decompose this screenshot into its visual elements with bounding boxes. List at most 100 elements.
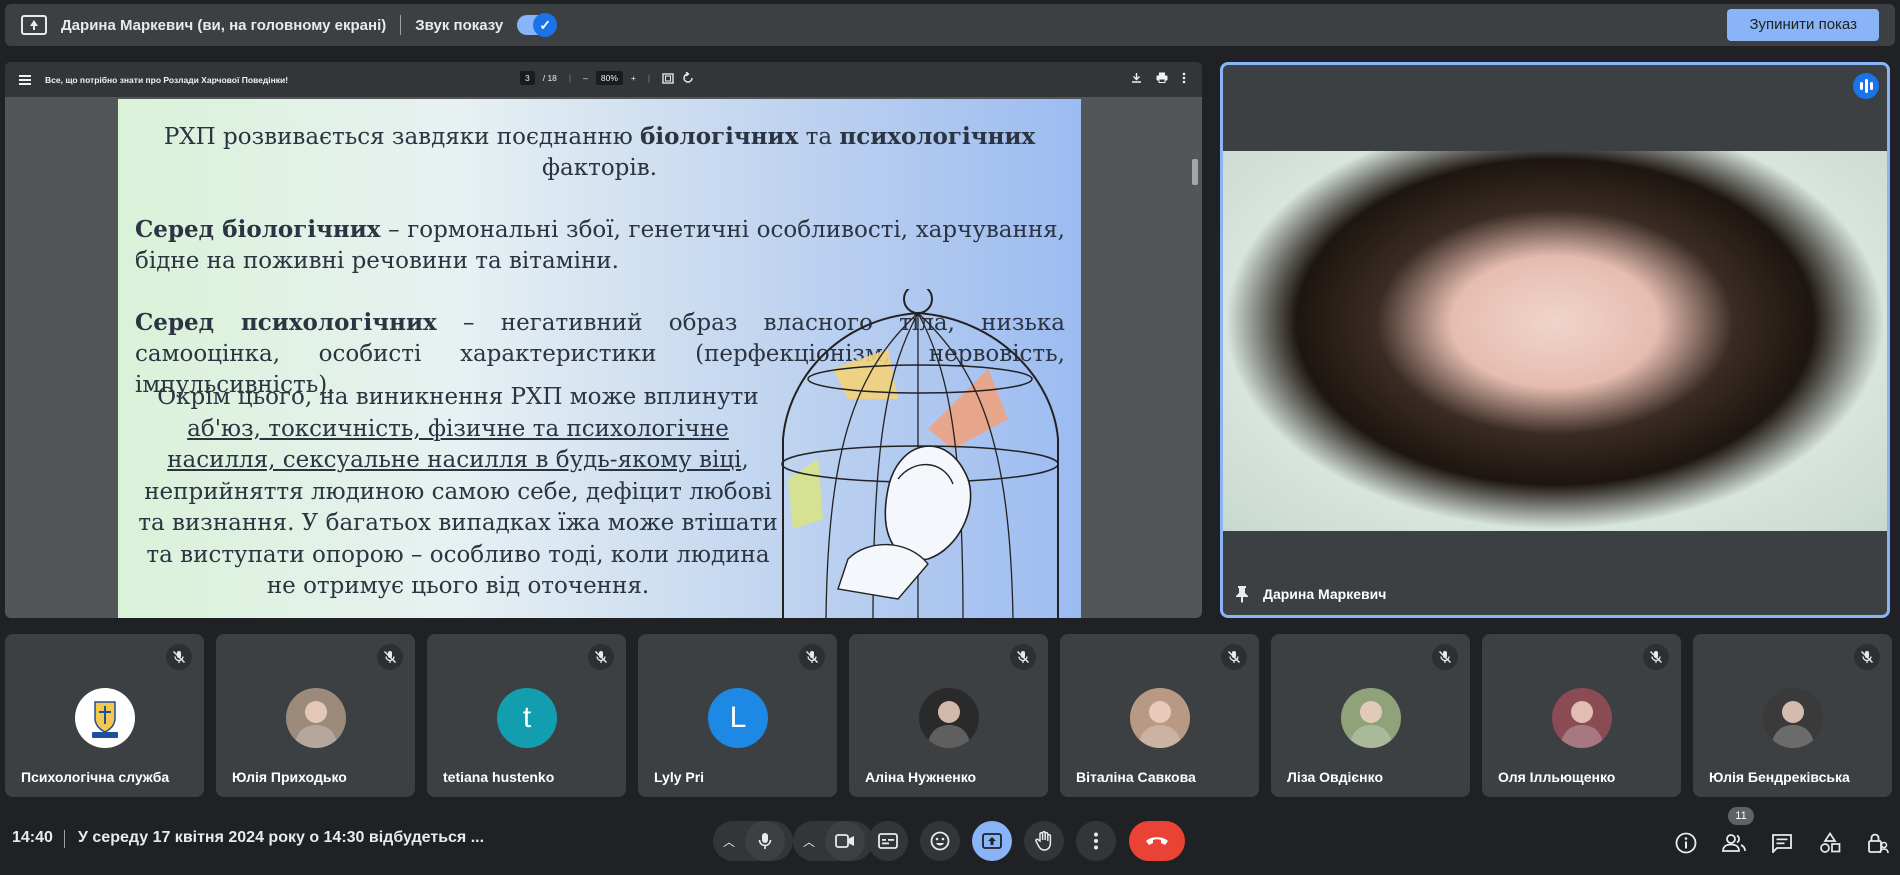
pin-icon[interactable] [1235,585,1249,603]
camera-control-group: ︿ [793,821,873,861]
mic-off-icon [1010,644,1036,670]
participant-name: Юлія Приходько [232,769,347,785]
divider: | [647,73,651,83]
sound-toggle[interactable]: ✓ [517,13,558,37]
participant-tile[interactable]: Ліза Овдієнко [1271,634,1470,797]
participant-tile[interactable]: Юлія Приходько [216,634,415,797]
speaking-indicator-icon [1853,73,1879,99]
participant-tile[interactable]: t tetiana hustenko [427,634,626,797]
more-options-icon[interactable] [1182,72,1186,84]
mic-off-icon [1643,644,1669,670]
pdf-toolbar: Все, що потрібно знати про Розлади Харчо… [5,62,1202,97]
participant-tile[interactable]: L Lyly Pri [638,634,837,797]
host-controls-button[interactable] [1866,831,1890,855]
menu-icon[interactable] [19,74,31,85]
profile-photo-icon [1138,701,1182,748]
pdf-title: Все, що потрібно знати про Розлади Харчо… [45,74,289,85]
pdf-page: РХП розвивається завдяки поєднанню біоло… [118,99,1081,618]
captions-button[interactable] [868,821,908,861]
speaker-name-label: Дарина Маркевич [1235,585,1386,603]
lock-person-icon [1868,833,1889,854]
people-button[interactable] [1722,831,1746,855]
rotate-icon[interactable] [682,72,694,84]
divider [400,15,402,35]
hand-icon [1035,831,1052,851]
avatar-initial: L [729,701,747,734]
reactions-button[interactable] [920,821,960,861]
text: факторів. [542,155,657,181]
meeting-title[interactable]: У середу 17 квітня 2024 року о 14:30 від… [78,829,484,847]
participant-name: Психологічна служба [21,769,170,785]
participant-tile[interactable]: Оля Ілльющенко [1482,634,1681,797]
scrollbar-thumb[interactable] [1192,159,1198,185]
download-icon[interactable] [1131,72,1142,83]
text-underlined: аб'юз, токсичність, фізичне та психологі… [167,415,742,474]
leave-call-button[interactable] [1129,821,1185,861]
side-panel-buttons [1674,831,1890,855]
text-bold: Серед психологічних [135,309,437,336]
captions-icon [878,833,898,849]
page-number-input[interactable]: 3 [520,71,535,85]
avatar [1130,688,1190,748]
participant-count-badge: 11 [1728,807,1754,825]
divider [64,830,65,848]
camera-button[interactable] [825,821,865,861]
zoom-out-button[interactable]: – [583,73,588,83]
avatar [286,688,346,748]
profile-photo-icon [1560,701,1604,748]
mic-off-icon [377,644,403,670]
participant-tile[interactable]: Аліна Нужненко [849,634,1048,797]
zoom-in-button[interactable]: + [631,73,636,83]
mic-control-group: ︿ [713,821,793,861]
birdcage-illustration [781,289,1059,618]
avatar [1763,688,1823,748]
participant-tile[interactable]: Юлія Бендреківська [1693,634,1892,797]
participant-name: Lyly Pri [654,769,705,785]
mic-off-icon [1221,644,1247,670]
print-icon[interactable] [1156,72,1168,83]
pdf-scrollbar[interactable] [1191,99,1199,618]
text-bold: Серед біологічних [135,216,381,243]
present-now-button[interactable] [972,821,1012,861]
present-screen-icon [982,833,1002,849]
participant-tile[interactable]: Віталіна Савкова [1060,634,1259,797]
check-icon: ✓ [533,13,558,37]
zoom-input[interactable]: 80% [595,71,623,85]
bottom-toolbar: 14:40 У середу 17 квітня 2024 року о 14:… [0,810,1900,875]
stop-presenting-button[interactable]: Зупинити показ [1727,9,1879,41]
chat-icon [1772,834,1792,853]
info-icon [1675,832,1697,854]
participant-name: Віталіна Савкова [1076,769,1196,785]
activities-icon [1820,832,1841,853]
participant-tile[interactable]: Психологічна служба [5,634,204,797]
microphone-button[interactable] [745,821,785,861]
chevron-up-icon[interactable]: ︿ [793,821,825,861]
raise-hand-button[interactable] [1024,821,1064,861]
paragraph-other-factors: Окрім цього, на виникнення РХП може впли… [138,382,778,603]
activities-button[interactable] [1818,831,1842,855]
more-options-button[interactable] [1076,821,1116,861]
emoji-icon [930,831,950,851]
text-bold: біологічних [640,123,799,150]
page-total: / 18 [542,73,557,83]
people-icon [1722,834,1746,852]
more-vert-icon [1094,832,1098,850]
mic-off-icon [1854,644,1880,670]
profile-photo-icon [294,701,338,748]
mic-off-icon [1432,644,1458,670]
speaker-video [1223,151,1887,531]
chat-button[interactable] [1770,831,1794,855]
pdf-actions [1131,72,1186,84]
active-speaker-tile[interactable]: Дарина Маркевич [1220,62,1890,618]
chevron-up-icon[interactable]: ︿ [713,821,745,861]
fit-page-icon[interactable] [662,72,674,84]
text-bold: психологічних [839,123,1036,150]
meeting-details-button[interactable] [1674,831,1698,855]
text: Окрім цього, на виникнення РХП може впли… [157,384,759,410]
pdf-page-controls: 3 / 18 | – 80% + | [520,71,694,85]
sound-label: Звук показу [415,16,504,34]
participant-name: Оля Ілльющенко [1498,769,1616,785]
participant-name: Ліза Овдієнко [1287,769,1383,785]
divider: | [568,73,572,83]
avatar: t [497,688,557,748]
